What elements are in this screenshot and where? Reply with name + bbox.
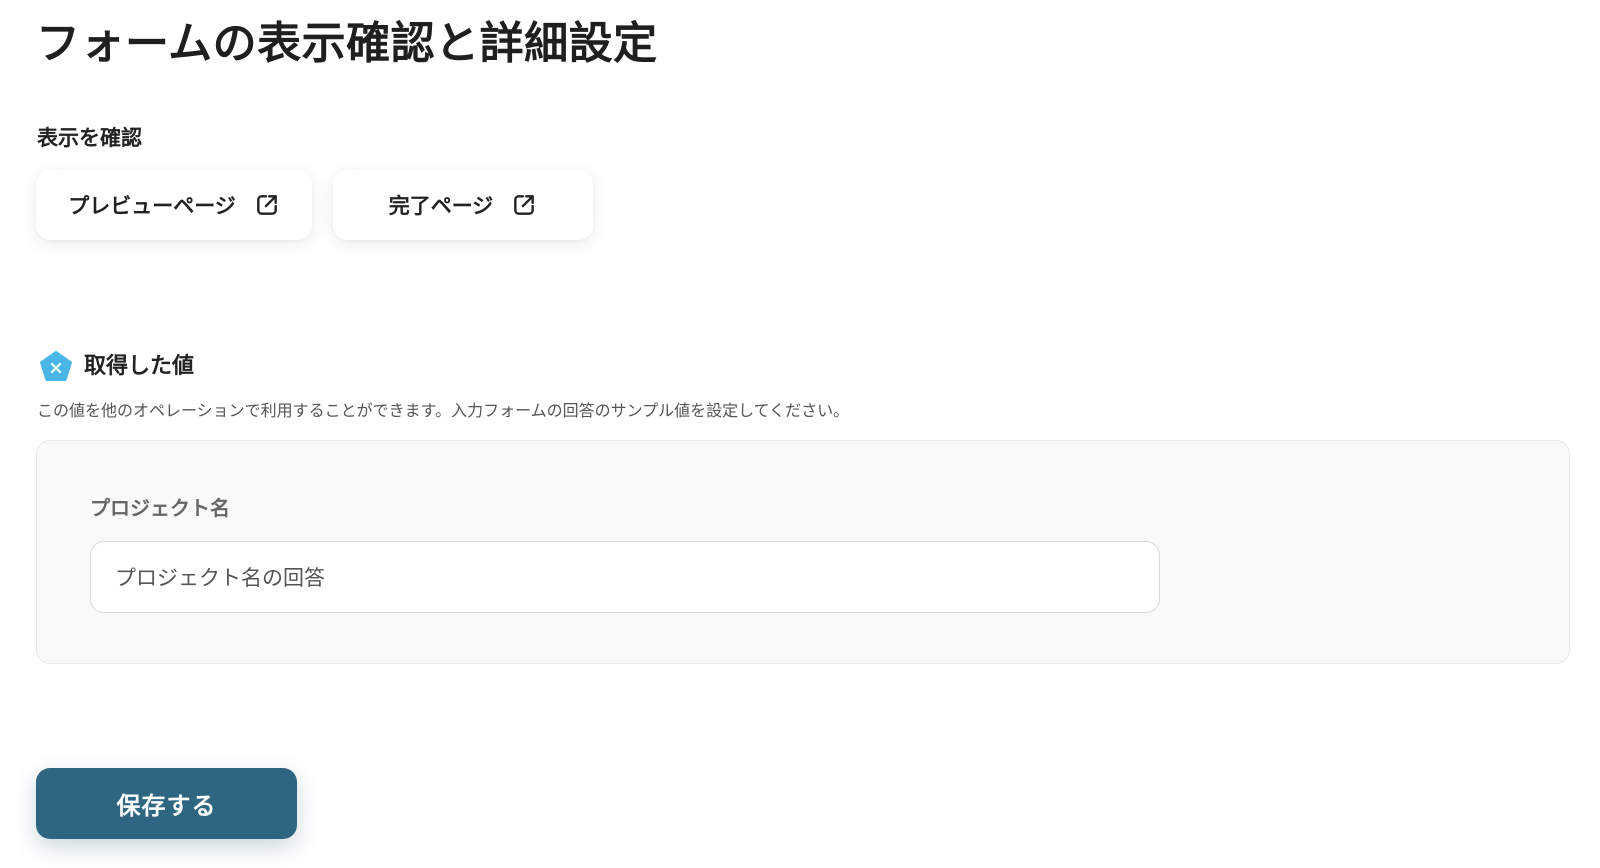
retrieved-values-description: この値を他のオペレーションで利用することができます。入力フォームの回答のサンプル… (37, 401, 850, 420)
retrieved-values-panel: プロジェクト名 (36, 440, 1570, 664)
preview-page-label: プレビューページ (68, 194, 236, 218)
preview-page-button[interactable]: プレビューページ (36, 170, 312, 240)
complete-page-label: 完了ページ (388, 194, 494, 218)
complete-page-button[interactable]: 完了ページ (333, 170, 593, 240)
project-name-input[interactable] (90, 541, 1160, 613)
save-button[interactable]: 保存する (36, 768, 297, 839)
display-check-label: 表示を確認 (37, 126, 142, 150)
external-link-icon (254, 192, 280, 218)
retrieved-values-heading: 取得した値 (38, 349, 194, 385)
pentagon-x-icon (38, 349, 74, 385)
page-title: フォームの表示確認と詳細設定 (36, 18, 658, 69)
retrieved-values-title: 取得した値 (84, 354, 195, 379)
project-name-label: プロジェクト名 (90, 496, 230, 520)
external-link-icon (511, 192, 537, 218)
